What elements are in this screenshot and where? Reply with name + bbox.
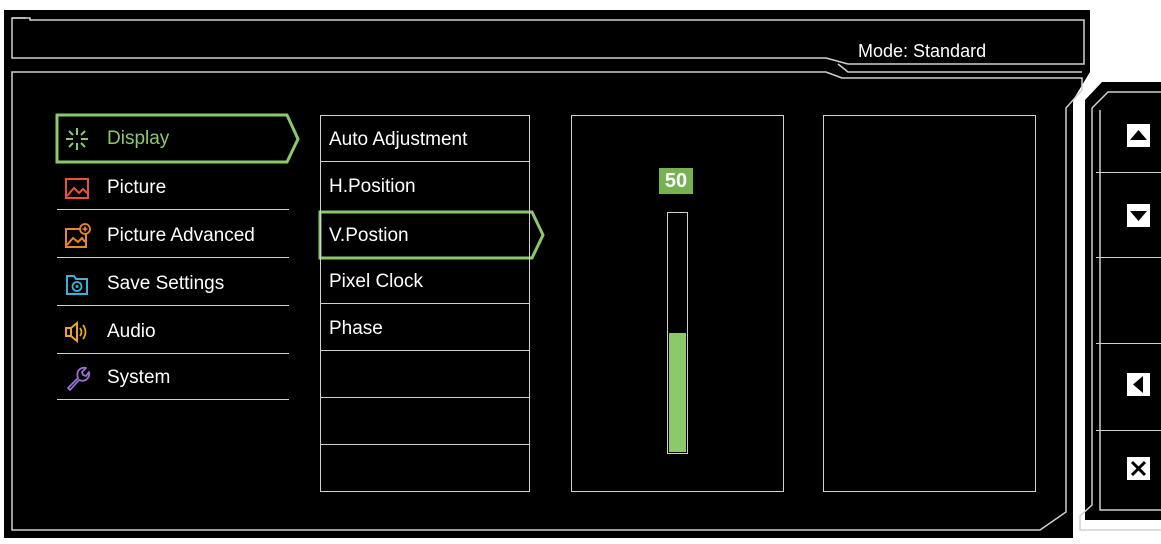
triangle-left-icon	[1133, 376, 1143, 393]
back-button[interactable]	[1125, 371, 1152, 398]
submenu-item-label: Phase	[329, 318, 383, 339]
submenu-item-v-position[interactable]: V.Postion	[320, 211, 530, 258]
osd-window: Mode: Standard Display Picture Picture A…	[0, 0, 1161, 544]
slider-fill	[669, 333, 686, 452]
submenu-item-empty	[320, 398, 530, 445]
triangle-up-icon	[1130, 130, 1147, 140]
system-icon	[67, 366, 91, 391]
divider	[1096, 343, 1161, 344]
menu-item-label: System	[107, 367, 171, 388]
exit-button[interactable]	[1125, 455, 1152, 482]
menu-item-picture[interactable]: Picture	[57, 164, 289, 210]
submenu-item-phase[interactable]: Phase	[320, 304, 530, 351]
save-settings-icon	[66, 275, 88, 295]
display-icon	[66, 128, 88, 150]
divider	[57, 209, 289, 210]
audio-icon	[65, 320, 87, 344]
submenu-item-empty	[320, 351, 530, 398]
menu-item-label: Picture Advanced	[107, 225, 255, 246]
submenu-item-h-position[interactable]: H.Position	[320, 162, 530, 209]
menu-item-label: Display	[107, 128, 170, 149]
close-icon	[1130, 460, 1147, 477]
picture-advanced-icon	[65, 223, 91, 248]
submenu-item-pixel-clock[interactable]: Pixel Clock	[320, 257, 530, 304]
divider	[1096, 172, 1161, 173]
menu-item-save-settings[interactable]: Save Settings	[57, 260, 289, 306]
picture-icon	[65, 178, 89, 199]
menu-item-system[interactable]: System	[57, 354, 289, 400]
submenu-item-label: V.Postion	[329, 225, 409, 246]
menu-item-picture-advanced[interactable]: Picture Advanced	[57, 212, 289, 258]
submenu-item-auto-adjustment[interactable]: Auto Adjustment	[320, 115, 530, 162]
menu-item-audio[interactable]: Audio	[57, 308, 289, 354]
value-readout: 50	[659, 168, 693, 194]
menu-item-label: Save Settings	[107, 273, 225, 294]
vertical-slider[interactable]	[667, 212, 688, 454]
detail-panel	[823, 115, 1036, 492]
submenu-item-label: H.Position	[329, 176, 416, 197]
divider	[1096, 257, 1161, 258]
divider	[57, 257, 289, 258]
submenu-item-label: Auto Adjustment	[329, 129, 468, 150]
menu-item-label: Picture	[107, 177, 167, 198]
triangle-down-icon	[1130, 211, 1147, 221]
mode-indicator: Mode: Standard	[858, 41, 987, 61]
down-button[interactable]	[1125, 202, 1152, 229]
divider	[57, 399, 289, 400]
submenu-item-empty	[320, 445, 530, 492]
up-button[interactable]	[1125, 122, 1152, 149]
submenu-item-label: Pixel Clock	[329, 271, 423, 292]
divider	[1096, 430, 1161, 431]
menu-item-display[interactable]: Display	[57, 115, 289, 161]
divider	[57, 305, 289, 306]
menu-item-label: Audio	[107, 321, 156, 342]
